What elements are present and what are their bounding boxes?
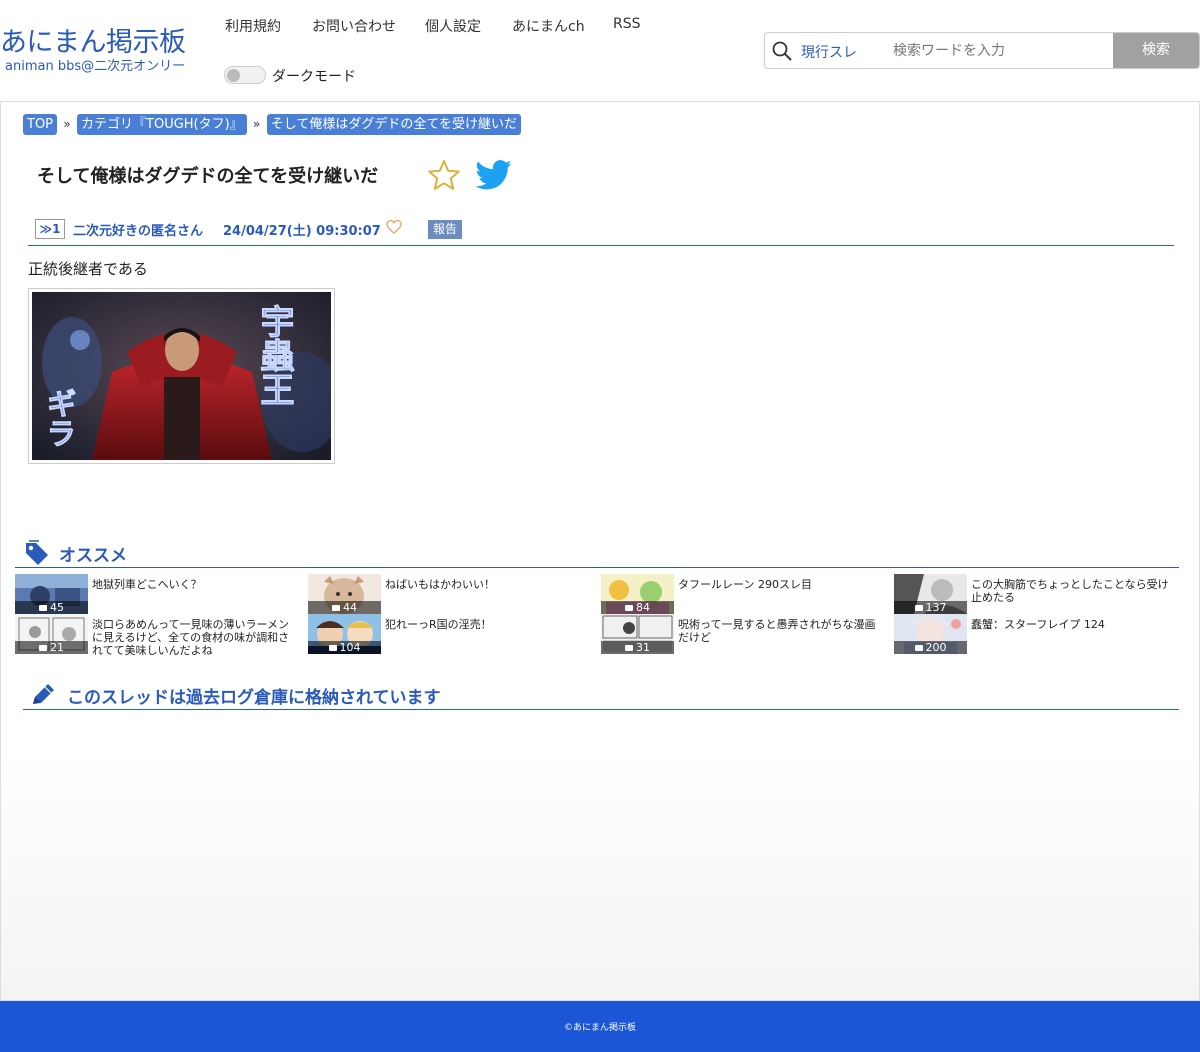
reply-count: 21: [15, 641, 88, 654]
copyright: ©あにまん掲示板: [563, 1023, 636, 1033]
recommend-item[interactable]: 137 この大胸筋でちょっとしたことなら受け止めたる: [894, 574, 1179, 614]
breadcrumb-thread[interactable]: そして俺様はダグデドの全てを受け継いだ: [266, 114, 522, 135]
reply-count-value: 104: [339, 641, 361, 654]
post-number-link[interactable]: ≫1: [35, 219, 65, 239]
reply-count: 84: [601, 601, 674, 614]
reply-count: 31: [601, 641, 674, 654]
breadcrumb-category[interactable]: カテゴリ『TOUGH(タフ)』: [77, 114, 247, 135]
recommend-item[interactable]: 31 呪術って一見すると愚弄されがちな漫画だけど: [601, 614, 886, 654]
star-icon[interactable]: [427, 159, 461, 191]
reply-count-value: 21: [50, 641, 64, 654]
report-button[interactable]: 報告: [428, 220, 462, 239]
reply-count: 44: [308, 601, 381, 614]
recommend-item-title[interactable]: 呪術って一見すると愚弄されがちな漫画だけど: [678, 618, 884, 644]
reply-count-value: 84: [636, 601, 650, 614]
tag-icon: [26, 540, 48, 565]
main-content: TOP» カテゴリ『TOUGH(タフ)』» そして俺様はダグデドの全てを受け継いだ …: [0, 101, 1200, 1001]
post-header: ≫1 二次元好きの匿名さん 24/04/27(土) 09:30:07 報告: [28, 216, 1174, 246]
comment-icon: [39, 605, 47, 611]
recommend-item[interactable]: 84 タフールレーン 290スレ目: [601, 574, 886, 614]
thumbnail: 44: [308, 574, 381, 614]
reply-count-value: 200: [925, 641, 947, 654]
pencil-icon: [33, 684, 54, 704]
site-logo[interactable]: あにまん掲示板 animan bbs@二次元オンリー: [0, 26, 210, 74]
thumbnail: 84: [601, 574, 674, 614]
recommend-section-header: オススメ: [15, 538, 1179, 568]
reply-count-value: 31: [636, 641, 650, 654]
recommend-item-title[interactable]: 犯れーっR国の淫売！: [385, 618, 591, 631]
logo-title[interactable]: あにまん掲示板: [0, 26, 210, 60]
comment-icon: [332, 605, 340, 611]
post-author: 二次元好きの匿名さん: [73, 224, 204, 239]
dark-mode-toggle[interactable]: [224, 66, 266, 84]
breadcrumb-separator: »: [253, 117, 261, 131]
recommend-item-title[interactable]: タフールレーン 290スレ目: [678, 578, 884, 591]
thumbnail: 31: [601, 614, 674, 654]
dark-mode-label: ダークモード: [272, 69, 356, 85]
breadcrumb-top[interactable]: TOP: [23, 114, 58, 135]
recommend-item[interactable]: 104 犯れーっR国の淫売！: [308, 614, 593, 654]
nav-rss-link[interactable]: RSS: [613, 16, 641, 32]
recommend-item-title[interactable]: 蠢蟹：スターフレイプ 124: [971, 618, 1177, 631]
thumbnail: 200: [894, 614, 967, 654]
recommend-item[interactable]: 200 蠢蟹：スターフレイプ 124: [894, 614, 1179, 654]
archive-notice: このスレッドは過去ログ倉庫に格納されています: [67, 688, 441, 708]
recommend-item-title[interactable]: 淡口らあめんって一見味の薄いラーメンに見えるけど、全ての食材の味が調和されてて美…: [92, 618, 298, 657]
comment-icon: [914, 645, 923, 651]
breadcrumb: TOP » カテゴリ『TOUGH(タフ)』 » そして俺様はダグデドの全てを受け継いだ: [23, 114, 522, 135]
post-body: 正統後継者である: [28, 260, 148, 278]
toggle-knob: [227, 69, 240, 82]
post-date: 24/04/27(土) 09:30:07: [223, 224, 381, 239]
thumbnail: 45: [15, 574, 88, 614]
heart-icon[interactable]: [386, 219, 402, 235]
reply-count: 200: [894, 641, 967, 654]
comment-icon: [914, 605, 923, 611]
comment-icon: [39, 645, 47, 651]
comment-icon: [625, 605, 633, 611]
thumbnail: 21: [15, 614, 88, 654]
recommend-item[interactable]: 45 地獄列車どこへいく？: [15, 574, 300, 614]
comment-icon: [625, 645, 633, 651]
thumbnail: 137: [894, 574, 967, 614]
reply-count: 137: [894, 601, 967, 614]
recommend-item[interactable]: 44 ねばいもはかわいい！: [308, 574, 593, 614]
reply-count-value: 137: [925, 601, 947, 614]
search-box: 現行スレ 検索: [764, 32, 1200, 69]
recommend-item-title[interactable]: 地獄列車どこへいく？: [92, 578, 298, 591]
search-icon[interactable]: [771, 40, 793, 62]
search-scope-select[interactable]: 現行スレ: [801, 42, 857, 62]
nav-contact-link[interactable]: お問い合わせ: [312, 16, 396, 36]
recommend-item-title[interactable]: ねばいもはかわいい！: [385, 578, 591, 591]
site-header: あにまん掲示板 animan bbs@二次元オンリー 利用規約 お問い合わせ 個…: [0, 0, 1200, 100]
recommend-item[interactable]: 21 淡口らあめんって一見味の薄いラーメンに見えるけど、全ての食材の味が調和され…: [15, 614, 300, 657]
thumbnail: 104: [308, 614, 381, 654]
reply-count-value: 45: [50, 601, 64, 614]
recommend-item-title[interactable]: この大胸筋でちょっとしたことなら受け止めたる: [971, 578, 1177, 604]
nav-terms-link[interactable]: 利用規約: [225, 16, 281, 36]
image-text-left: ギラ: [41, 388, 76, 448]
reply-count: 104: [308, 641, 381, 654]
search-input[interactable]: [893, 37, 1111, 65]
recommend-title: オススメ: [59, 546, 127, 566]
image-text-right: 宇蟲王: [254, 304, 294, 406]
reply-count-value: 44: [343, 601, 357, 614]
archive-notice-header: このスレッドは過去ログ倉庫に格納されています: [23, 680, 1179, 710]
nav-settings-link[interactable]: 個人設定: [425, 16, 481, 36]
search-button[interactable]: 検索: [1113, 33, 1199, 68]
nav-animanch-link[interactable]: あにまんch: [512, 16, 585, 36]
reply-count: 45: [15, 601, 88, 614]
post-image[interactable]: ギラ 宇蟲王: [28, 288, 335, 464]
breadcrumb-separator: »: [63, 117, 71, 131]
twitter-icon[interactable]: [476, 160, 512, 190]
site-footer: ©あにまん掲示板: [0, 1001, 1200, 1052]
thread-title: そして俺様はダグデドの全てを受け継いだ: [37, 166, 379, 187]
logo-subtitle: animan bbs@二次元オンリー: [5, 59, 186, 74]
comment-icon: [328, 645, 337, 651]
post-image-picture: ギラ 宇蟲王: [32, 292, 331, 460]
